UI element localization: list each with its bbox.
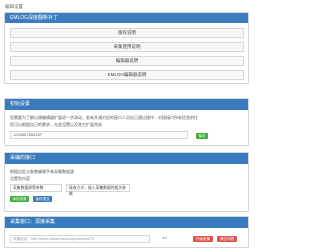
collect-guide-button[interactable]: 采集使用说明 [10, 42, 244, 52]
info-panel-body: 版权说明 采集使用说明 编辑器说明 EMLOG编辑器说明 [5, 23, 248, 83]
copyright-button[interactable]: 版权说明 [10, 28, 244, 38]
param-input[interactable]: 接收方式：接入采集数据的相关参数 [66, 184, 130, 196]
interface-desc-line-2: 设置到内容 [10, 176, 30, 181]
key-input[interactable]: 1234567654157 [10, 131, 188, 139]
emlog-editor-guide-button[interactable]: EMLOG编辑器说明 [10, 70, 244, 80]
submit-button[interactable]: 保存提交 [33, 196, 52, 202]
param-select[interactable]: 采集数据源等参数 [10, 184, 62, 192]
collect-window-title: 采集窗口：源接采集 [5, 217, 248, 228]
url-row: 采集地址：http://https://www.mediocity.com/po… [10, 235, 243, 245]
clear-list-button[interactable]: 清空列表 [217, 236, 237, 242]
start-collect-button[interactable]: 开始采集 [193, 236, 213, 242]
editor-guide-button[interactable]: 编辑器说明 [10, 56, 244, 66]
save-button[interactable]: 保存 [196, 133, 208, 139]
info-panel-title: EMLOG深度翻新补丁 [5, 13, 248, 23]
interface-button-row: 添加采集 保存提交 [10, 196, 243, 204]
collect-interface-panel: 采编的接口 根据自定义参数编辑予来采集数据源 设置到内容 采集数据源等参数 接收… [4, 152, 249, 212]
description-line-2: 您可以根据自己的需求，在此设置以及其它扩展完成 [10, 122, 102, 127]
info-panel: EMLOG深度翻新补丁 版权说明 采集使用说明 编辑器说明 EMLOG编辑器说明 [4, 12, 249, 84]
initial-settings-panel: 初始设置 您需要为了解以便编辑器扩展进一步改动，若有开通对应的接口人员自己通过操… [4, 98, 249, 146]
interface-desc-line-1: 根据自定义参数编辑予来采集数据源 [10, 169, 74, 174]
settings-page: 编辑设置 EMLOG深度翻新补丁 版权说明 采集使用说明 编辑器说明 EMLOG… [0, 0, 272, 250]
description-line-1: 您需要为了解以便编辑器扩展进一步改动，若有开通对应的接口人员自己通过操作：对接接… [10, 115, 198, 120]
initial-settings-body: 您需要为了解以便编辑器扩展进一步改动，若有开通对应的接口人员自己通过操作：对接接… [5, 110, 248, 144]
add-collect-button[interactable]: 添加采集 [10, 196, 29, 202]
param-row: 采集数据源等参数 接收方式：接入采集数据的相关参数 [10, 184, 243, 196]
key-input-row: 1234567654157 保存 [10, 131, 243, 140]
collect-interface-body: 根据自定义参数编辑予来采集数据源 设置到内容 采集数据源等参数 接收方式：接入采… [5, 164, 248, 208]
collect-interface-title: 采编的接口 [5, 153, 248, 164]
url-input[interactable]: 采集地址：http://https://www.mediocity.com/po… [10, 235, 150, 243]
collect-window-panel: 采集窗口：源接采集 采集地址：http://https://www.medioc… [4, 216, 249, 248]
collect-window-body: 采集地址：http://https://www.mediocity.com/po… [5, 228, 248, 247]
page-title: 编辑设置 [5, 4, 23, 9]
url-counter: 0/4 [162, 236, 167, 240]
initial-settings-title: 初始设置 [5, 99, 248, 110]
